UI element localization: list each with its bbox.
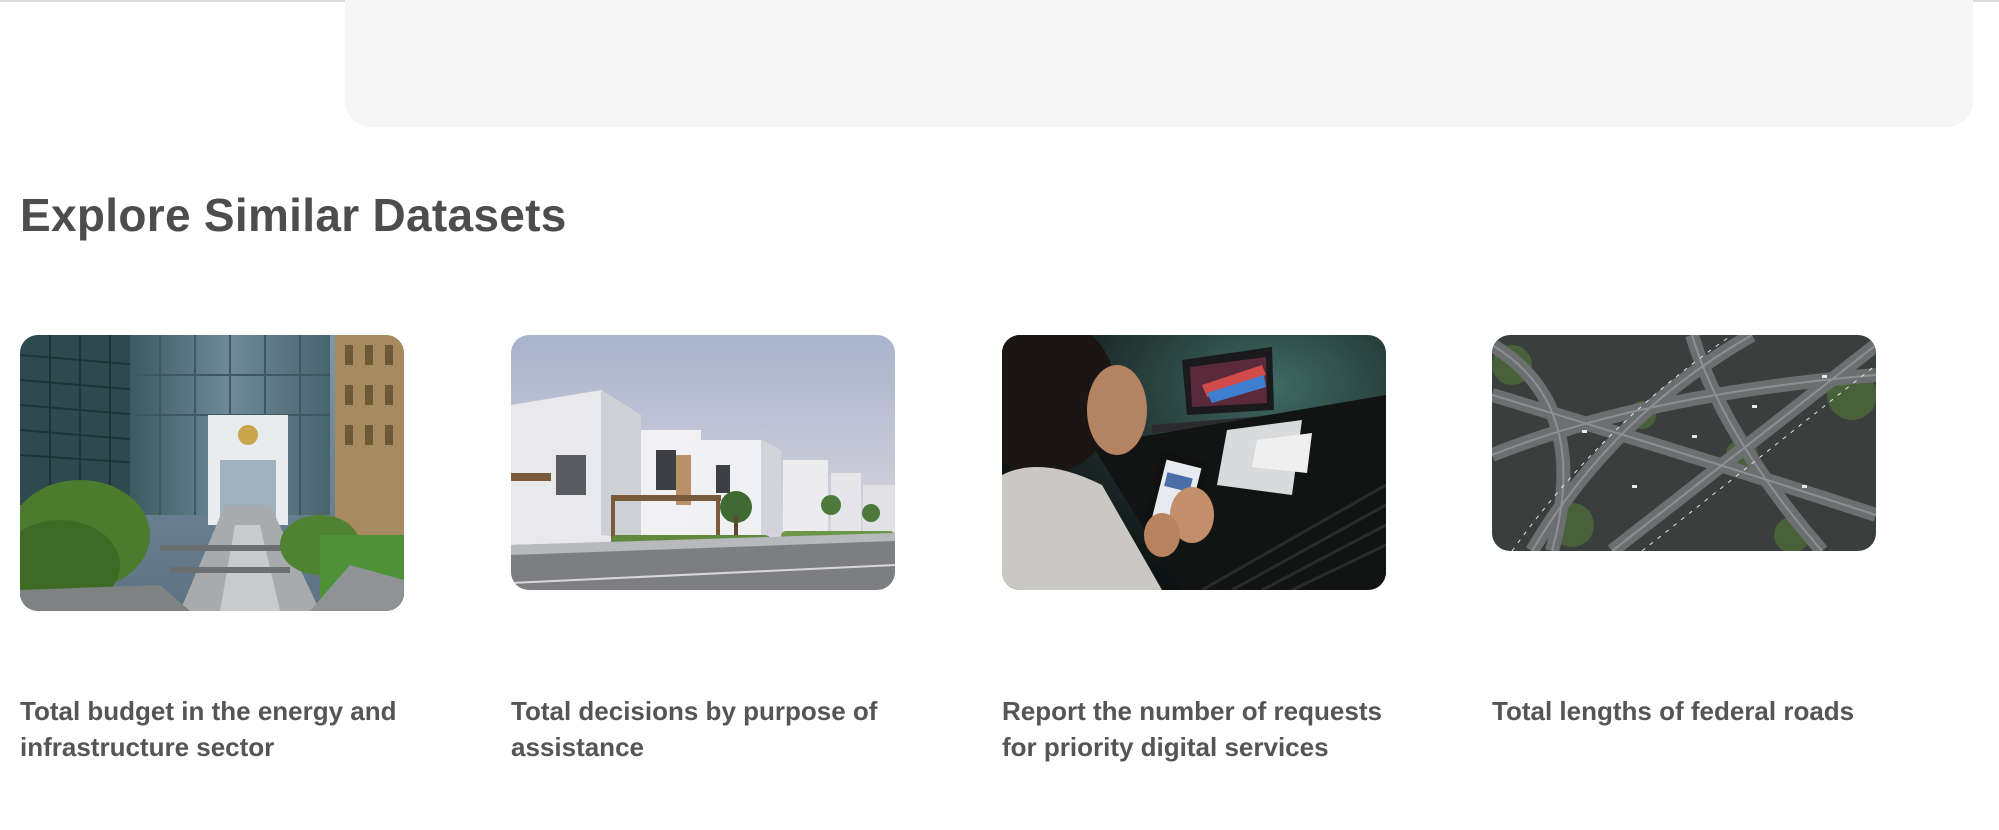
card-title[interactable]: Total decisions by purpose of assistance: [511, 693, 895, 765]
section-title: Explore Similar Datasets: [20, 189, 567, 241]
highway-interchange-image[interactable]: [1492, 335, 1876, 551]
government-building-image[interactable]: [20, 335, 404, 611]
dataset-card[interactable]: Total budget in the energy and infrastru…: [20, 335, 404, 762]
person-using-phone-image[interactable]: [1002, 335, 1386, 590]
dataset-card[interactable]: Total lengths of federal roads: [1492, 335, 1876, 726]
card-title[interactable]: Total lengths of federal roads: [1492, 693, 1876, 729]
top-content-panel: [345, 0, 1973, 127]
villas-housing-image[interactable]: [511, 335, 895, 590]
card-title[interactable]: Total budget in the energy and infrastru…: [20, 693, 404, 765]
card-title[interactable]: Report the number of requests for priori…: [1002, 693, 1386, 765]
dataset-card[interactable]: Total decisions by purpose of assistance: [511, 335, 895, 762]
dataset-card[interactable]: Report the number of requests for priori…: [1002, 335, 1386, 762]
